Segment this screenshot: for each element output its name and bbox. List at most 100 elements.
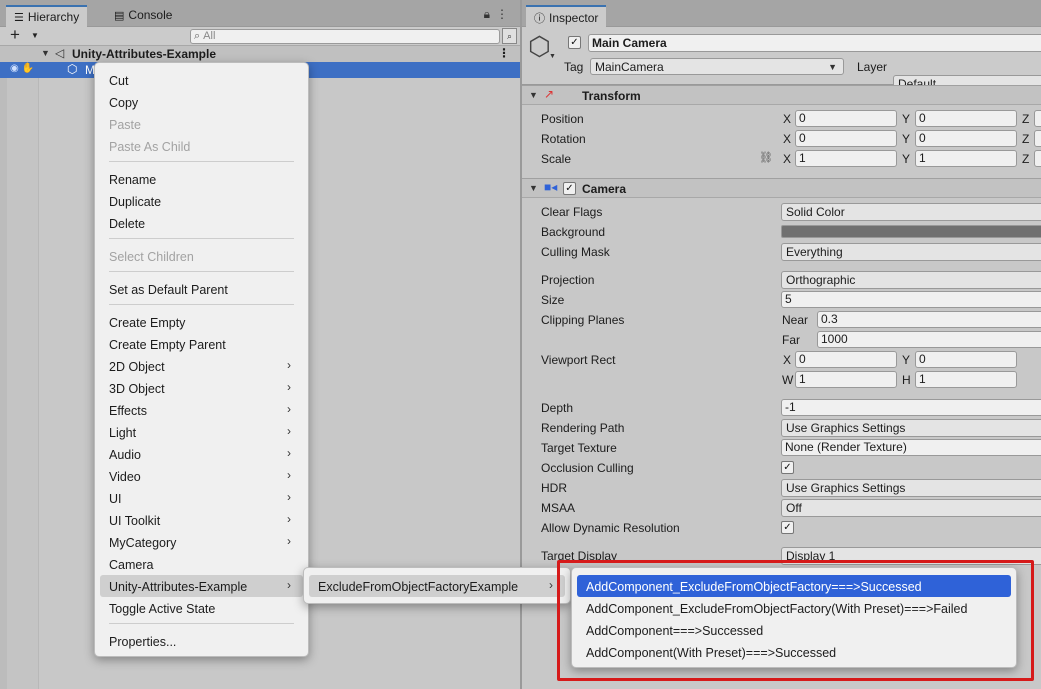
tab-inspector[interactable]: ⓘ Inspector — [526, 5, 607, 27]
chevron-right-icon: › — [287, 402, 291, 416]
target-texture-field[interactable]: None (Render Texture) — [781, 439, 1041, 456]
hierarchy-toolbar: + ▼ ⌕ All ⌕ — [0, 25, 520, 46]
axis-z-label[interactable]: Z — [1022, 152, 1029, 166]
gameobject-cube-icon[interactable]: ⬡ — [528, 33, 551, 59]
viewport-w-field[interactable]: 1 — [795, 371, 897, 388]
axis-y-label[interactable]: Y — [902, 132, 910, 146]
scale-z-field[interactable] — [1034, 150, 1041, 167]
scale-x-field[interactable]: 1 — [795, 150, 897, 167]
menu-item-audio[interactable]: Audio › — [100, 443, 303, 465]
menu-item-copy[interactable]: Copy — [100, 91, 303, 113]
viewport-x-label[interactable]: X — [783, 353, 791, 367]
far-field[interactable]: 1000 — [817, 331, 1041, 348]
menu-item-cut[interactable]: Cut — [100, 69, 303, 91]
menu-item-paste-as-child: Paste As Child — [109, 140, 191, 154]
menu-item-create-empty[interactable]: Create Empty — [100, 311, 303, 333]
chevron-right-icon: › — [287, 380, 291, 394]
transform-header[interactable]: ▼ ↗ Transform — [522, 85, 1041, 105]
background-color-swatch[interactable] — [781, 225, 1041, 238]
constrain-proportions-icon[interactable]: ⛓ — [759, 151, 773, 164]
menu-item-effects[interactable]: Effects › — [100, 399, 303, 421]
menu-item-3d-object[interactable]: 3D Object › — [100, 377, 303, 399]
fold-arrow-icon[interactable]: ▼ — [529, 183, 538, 193]
axis-x-label[interactable]: X — [783, 132, 791, 146]
axis-z-label[interactable]: Z — [1022, 112, 1029, 126]
near-field[interactable]: 0.3 — [817, 311, 1041, 328]
menu-item-mycategory[interactable]: MyCategory › — [100, 531, 303, 553]
dynamic-resolution-checkbox[interactable]: ✓ — [781, 521, 794, 534]
chevron-right-icon: › — [287, 490, 291, 504]
menu-item-ui-toolkit[interactable]: UI Toolkit › — [100, 509, 303, 531]
menu-item-create-empty-parent[interactable]: Create Empty Parent — [100, 333, 303, 355]
menu-item-rename[interactable]: Rename — [100, 168, 303, 190]
rendering-path-dropdown[interactable]: Use Graphics Settings — [781, 419, 1041, 437]
menu-item-set-default-parent[interactable]: Set as Default Parent — [100, 278, 303, 300]
axis-x-label[interactable]: X — [783, 152, 791, 166]
viewport-x-field[interactable]: 0 — [795, 351, 897, 368]
menu-item-delete[interactable]: Delete — [100, 212, 303, 234]
size-field[interactable]: 5 — [781, 291, 1041, 308]
depth-field[interactable]: -1 — [781, 399, 1041, 416]
scene-row[interactable]: ▼ ◁ Unity-Attributes-Example ⋮ — [0, 46, 520, 62]
viewport-y-label[interactable]: Y — [902, 353, 910, 367]
projection-dropdown[interactable]: Orthographic — [781, 271, 1041, 289]
size-label: Size — [541, 293, 565, 307]
chevron-right-icon: › — [287, 446, 291, 460]
scene-name: Unity-Attributes-Example — [72, 47, 217, 61]
axis-y-label[interactable]: Y — [902, 152, 910, 166]
tag-dropdown[interactable]: MainCamera ▼ — [590, 58, 844, 75]
chevron-down-icon[interactable]: ▼ — [31, 31, 39, 40]
position-x-field[interactable]: 0 — [795, 110, 897, 127]
occlusion-culling-checkbox[interactable]: ✓ — [781, 461, 794, 474]
rotation-z-field[interactable] — [1034, 130, 1041, 147]
menu-item-toggle-active-state[interactable]: Toggle Active State — [100, 597, 303, 619]
target-texture-row: Target Texture None (Render Texture) — [522, 438, 1041, 458]
menu-item-light[interactable]: Light › — [100, 421, 303, 443]
camera-header[interactable]: ▼ ■◂ ✓ Camera — [522, 178, 1041, 198]
viewport-h-field[interactable]: 1 — [915, 371, 1017, 388]
near-label[interactable]: Near — [782, 313, 808, 327]
kebab-menu-icon[interactable]: ⋮ — [496, 7, 514, 21]
viewport-h-label[interactable]: H — [902, 373, 911, 387]
menu-item-properties[interactable]: Properties... — [100, 630, 303, 652]
add-icon[interactable]: + — [10, 25, 20, 45]
fold-arrow-icon[interactable]: ▼ — [41, 48, 50, 58]
search-filter-icon[interactable]: ⌕ — [502, 28, 517, 44]
scale-row: Scale ⛓ X 1 Y 1 Z — [522, 149, 1041, 169]
tab-hierarchy[interactable]: ☰ Hierarchy — [6, 5, 88, 27]
rotation-x-field[interactable]: 0 — [795, 130, 897, 147]
position-y-field[interactable]: 0 — [915, 110, 1017, 127]
chevron-down-icon[interactable]: ▼ — [549, 53, 556, 60]
far-label[interactable]: Far — [782, 333, 800, 347]
menu-item-video[interactable]: Video › — [100, 465, 303, 487]
chevron-right-icon: › — [287, 424, 291, 438]
position-z-field[interactable] — [1034, 110, 1041, 127]
clear-flags-dropdown[interactable]: Solid Color — [781, 203, 1041, 221]
axis-y-label[interactable]: Y — [902, 112, 910, 126]
fold-arrow-icon[interactable]: ▼ — [529, 90, 538, 100]
dynamic-resolution-row: Allow Dynamic Resolution ✓ — [522, 518, 1041, 538]
visibility-icon[interactable]: ◉ ✋ — [10, 63, 34, 74]
rotation-y-field[interactable]: 0 — [915, 130, 1017, 147]
msaa-dropdown[interactable]: Off — [781, 499, 1041, 517]
tab-console[interactable]: ▤ Console — [106, 5, 180, 27]
menu-item-2d-object[interactable]: 2D Object › — [100, 355, 303, 377]
viewport-y-field[interactable]: 0 — [915, 351, 1017, 368]
axis-x-label[interactable]: X — [783, 112, 791, 126]
scale-y-field[interactable]: 1 — [915, 150, 1017, 167]
object-active-checkbox[interactable]: ✓ — [568, 36, 581, 49]
menu-item-camera[interactable]: Camera — [100, 553, 303, 575]
search-input[interactable]: ⌕ All — [190, 29, 500, 44]
axis-z-label[interactable]: Z — [1022, 132, 1029, 146]
scene-menu-icon[interactable]: ⋮ — [498, 46, 510, 60]
viewport-w-label[interactable]: W — [782, 373, 793, 387]
menu-item-ui[interactable]: UI › — [100, 487, 303, 509]
culling-mask-dropdown[interactable]: Everything — [781, 243, 1041, 261]
menu-item-duplicate[interactable]: Duplicate — [100, 190, 303, 212]
object-name-field[interactable]: Main Camera — [588, 34, 1041, 52]
menu-item-exclude-from-object-factory-example[interactable]: ExcludeFromObjectFactoryExample › — [309, 575, 565, 597]
lock-icon[interactable]: 🔒︎ — [484, 7, 496, 21]
hdr-dropdown[interactable]: Use Graphics Settings — [781, 479, 1041, 497]
menu-item-unity-attributes-example[interactable]: Unity-Attributes-Example › — [100, 575, 303, 597]
camera-enabled-checkbox[interactable]: ✓ — [563, 182, 576, 195]
